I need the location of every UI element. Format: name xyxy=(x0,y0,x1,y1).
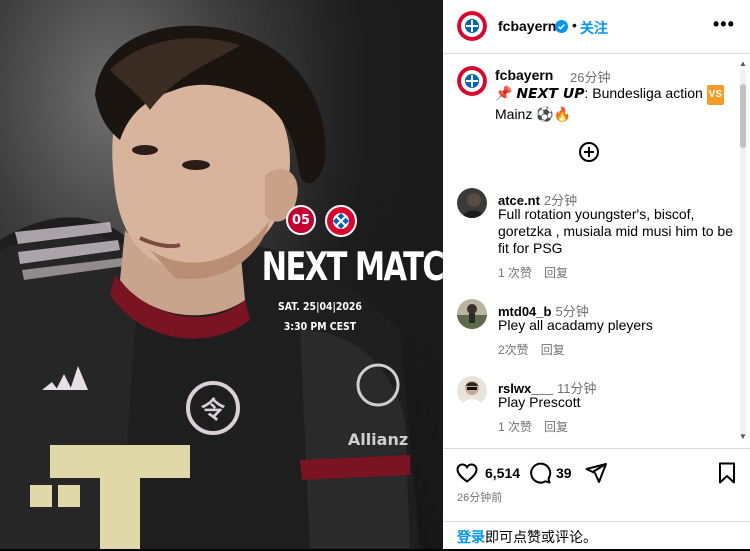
match-date: SAT. 25|04|2026 xyxy=(278,300,362,313)
comment-likes[interactable]: 1 次赞 xyxy=(498,420,532,434)
post-image[interactable]: 令 Allianz 05 NEXT SAT. 25|04|2026 3:30 P… xyxy=(0,0,443,549)
avatar[interactable] xyxy=(457,376,487,406)
comment-meta: 1 次赞 回复 xyxy=(498,418,580,435)
post-modal: 令 Allianz 05 NEXT SAT. 25|04|2026 3:30 P… xyxy=(0,0,750,549)
vs-emoji-icon: VS xyxy=(706,85,725,105)
scroll-up-arrow-icon[interactable]: ▲ xyxy=(739,59,747,68)
bayern-crest-icon xyxy=(325,205,357,237)
caption-username[interactable]: fcbayern xyxy=(495,67,553,83)
scrollbar[interactable] xyxy=(740,70,746,436)
login-prompt: 登录即可点赞或评论。 xyxy=(443,521,750,551)
avatar[interactable] xyxy=(457,66,487,96)
comment-likes[interactable]: 1 次赞 xyxy=(498,266,532,280)
mainz-crest-icon: 05 xyxy=(286,205,316,235)
verified-badge-icon xyxy=(555,20,568,33)
comment-text: Pley all acadamy pleyers xyxy=(498,317,653,333)
caption-text: 📌 𝙉𝙀𝙓𝙏 𝙐𝙋: Bundesliga action VS Mainz ⚽🔥 xyxy=(495,85,725,122)
bookmark-icon[interactable] xyxy=(715,461,739,485)
scroll-down-arrow-icon[interactable]: ▼ xyxy=(739,432,747,441)
comment-icon[interactable] xyxy=(528,461,552,485)
svg-text:令: 令 xyxy=(201,396,226,424)
post-time-ago[interactable]: 26分钟前 xyxy=(457,489,502,505)
post-panel: fcbayern • 关注 ••• fcbayern 26分钟 📌 𝙉𝙀𝙓𝙏 𝙐… xyxy=(443,0,750,549)
post-actions: 6,514 39 26分钟前 登录即可点赞或评论。 xyxy=(443,448,750,550)
separator-dot: • xyxy=(572,17,577,33)
avatar[interactable] xyxy=(457,188,487,218)
heart-icon[interactable] xyxy=(455,461,479,485)
share-icon[interactable] xyxy=(584,461,608,485)
reply-button[interactable]: 回复 xyxy=(544,266,568,280)
post-header: fcbayern • 关注 ••• xyxy=(443,0,750,54)
header-username[interactable]: fcbayern xyxy=(498,18,556,34)
comment-text: Full rotation youngster's, biscof, goret… xyxy=(498,206,733,256)
more-options-icon[interactable]: ••• xyxy=(713,14,735,35)
login-link[interactable]: 登录 xyxy=(457,529,485,545)
comment-meta: 1 次赞 回复 xyxy=(498,264,580,281)
scrollbar-thumb[interactable] xyxy=(740,84,746,148)
bayern-logo-icon xyxy=(457,66,487,96)
bayern-logo-icon xyxy=(457,11,487,41)
reply-button[interactable]: 回复 xyxy=(541,343,565,357)
svg-text:Allianz: Allianz xyxy=(348,430,408,449)
comment-text: Play Prescott xyxy=(498,394,581,410)
reply-button[interactable]: 回复 xyxy=(544,420,568,434)
pin-emoji-icon: 📌 xyxy=(495,85,513,101)
comment-count[interactable]: 39 xyxy=(556,465,572,481)
follow-button[interactable]: 关注 xyxy=(580,18,608,38)
avatar[interactable] xyxy=(457,299,487,329)
avatar[interactable] xyxy=(457,11,487,41)
comment-likes[interactable]: 2次赞 xyxy=(498,343,529,357)
match-time: 3:30 PM CEST xyxy=(283,320,357,333)
load-more-comments-icon[interactable] xyxy=(579,142,599,162)
like-count[interactable]: 6,514 xyxy=(485,465,520,481)
comment-meta: 2次赞 回复 xyxy=(498,341,577,358)
match-title: NEXT MATCH xyxy=(261,245,443,290)
login-text: 登录即可点赞或评论。 xyxy=(457,529,597,545)
caption-bold-text: 𝙉𝙀𝙓𝙏 𝙐𝙋 xyxy=(516,86,585,102)
comments-scroll-area[interactable]: fcbayern 26分钟 📌 𝙉𝙀𝙓𝙏 𝙐𝙋: Bundesliga acti… xyxy=(443,54,750,440)
